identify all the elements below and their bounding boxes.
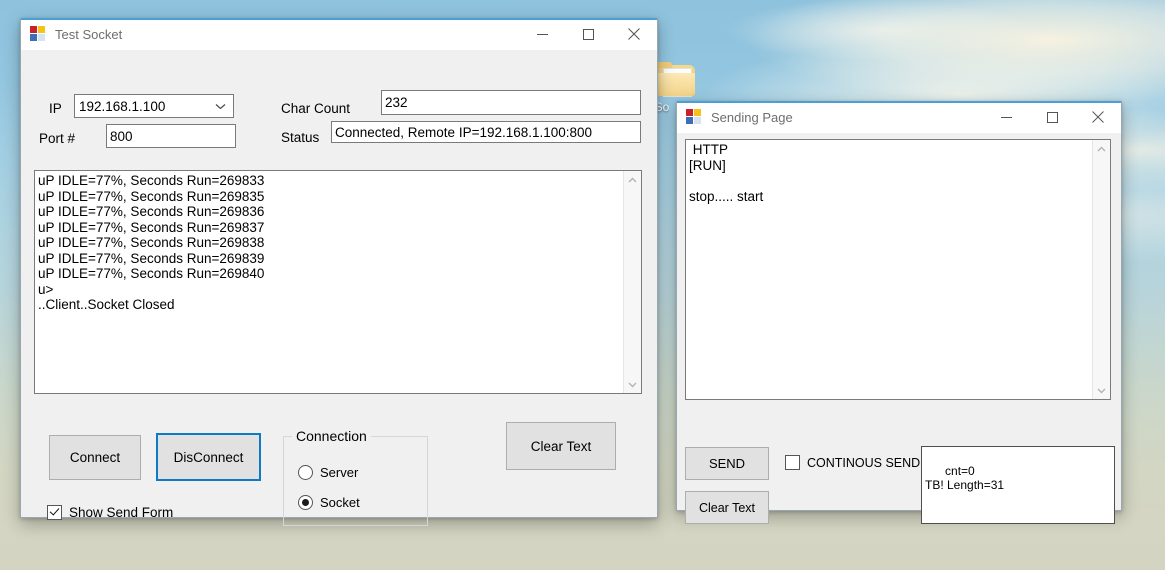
app-icon <box>30 26 46 42</box>
ip-combobox[interactable]: 192.168.1.100 <box>74 94 234 118</box>
disconnect-button[interactable]: DisConnect <box>156 433 261 481</box>
minimize-icon[interactable] <box>983 102 1029 132</box>
port-value: 800 <box>110 129 133 144</box>
message-textarea[interactable]: HTTP [RUN] stop..... start <box>685 139 1111 400</box>
status-label: Status <box>281 130 319 145</box>
scroll-down-icon[interactable] <box>624 376 641 393</box>
radio-dot <box>298 465 313 480</box>
send-button[interactable]: SEND <box>685 447 769 480</box>
show-send-form-label: Show Send Form <box>69 505 173 520</box>
char-count-value: 232 <box>385 95 408 110</box>
titlebar-accent <box>21 18 657 20</box>
radio-server-label: Server <box>320 465 358 480</box>
message-text: HTTP [RUN] stop..... start <box>686 140 1092 399</box>
checkbox-box <box>47 505 62 520</box>
titlebar-sending-page[interactable]: Sending Page <box>677 102 1121 133</box>
continous-send-checkbox[interactable]: CONTINOUS SEND <box>785 455 920 470</box>
folder-icon <box>653 62 695 96</box>
radio-socket[interactable]: Socket <box>298 495 360 510</box>
client-area-sending-page: HTTP [RUN] stop..... start SEND Clear Te… <box>677 133 1121 510</box>
window-title: Test Socket <box>55 27 122 42</box>
status-input[interactable]: Connected, Remote IP=192.168.1.100:800 <box>331 121 641 143</box>
message-scrollbar[interactable] <box>1092 140 1110 399</box>
connect-button-label: Connect <box>70 450 120 465</box>
maximize-icon[interactable] <box>565 19 611 49</box>
minimize-icon[interactable] <box>519 19 565 49</box>
clear-text-button-label: Clear Text <box>531 439 592 454</box>
ip-label: IP <box>49 101 62 116</box>
send-log-text: cnt=0 TB! Length=31 <box>925 464 1004 493</box>
connection-groupbox: Connection Server Socket <box>283 436 428 526</box>
chevron-down-icon[interactable] <box>215 103 226 110</box>
radio-server[interactable]: Server <box>298 465 358 480</box>
titlebar-accent <box>677 101 1121 103</box>
radio-socket-label: Socket <box>320 495 360 510</box>
send-clear-text-button-label: Clear Text <box>699 501 755 515</box>
log-text: uP IDLE=77%, Seconds Run=269833 uP IDLE=… <box>35 171 623 393</box>
show-send-form-checkbox[interactable]: Show Send Form <box>47 505 173 520</box>
window-controls[interactable] <box>519 19 657 49</box>
port-input[interactable]: 800 <box>106 124 236 148</box>
scroll-up-icon[interactable] <box>1093 140 1110 157</box>
close-icon[interactable] <box>1075 102 1121 132</box>
client-area-test-socket: IP 192.168.1.100 Port # 800 Char Count 2… <box>21 50 657 517</box>
continous-send-label: CONTINOUS SEND <box>807 456 920 470</box>
send-clear-text-button[interactable]: Clear Text <box>685 491 769 524</box>
close-icon[interactable] <box>611 19 657 49</box>
send-button-label: SEND <box>709 456 745 471</box>
window-controls[interactable] <box>983 102 1121 132</box>
titlebar-test-socket[interactable]: Test Socket <box>21 19 657 50</box>
scroll-up-icon[interactable] <box>624 171 641 188</box>
radio-dot <box>298 495 313 510</box>
window-sending-page[interactable]: Sending Page HTTP [RUN] stop..... start <box>676 101 1122 511</box>
window-title: Sending Page <box>711 110 793 125</box>
char-count-label: Char Count <box>281 101 350 116</box>
connect-button[interactable]: Connect <box>49 435 141 480</box>
scroll-down-icon[interactable] <box>1093 382 1110 399</box>
log-scrollbar[interactable] <box>623 171 641 393</box>
window-test-socket[interactable]: Test Socket IP 192.168.1.100 Port # 800 … <box>20 18 658 518</box>
app-icon <box>686 109 702 125</box>
connection-groupbox-title: Connection <box>292 428 371 444</box>
char-count-input[interactable]: 232 <box>381 90 641 115</box>
status-value: Connected, Remote IP=192.168.1.100:800 <box>335 125 592 140</box>
log-textarea[interactable]: uP IDLE=77%, Seconds Run=269833 uP IDLE=… <box>34 170 642 394</box>
send-log-textarea[interactable]: cnt=0 TB! Length=31 <box>921 446 1115 524</box>
disconnect-button-label: DisConnect <box>174 450 244 465</box>
clear-text-button[interactable]: Clear Text <box>506 422 616 470</box>
checkbox-box <box>785 455 800 470</box>
port-label: Port # <box>39 131 75 146</box>
maximize-icon[interactable] <box>1029 102 1075 132</box>
ip-value: 192.168.1.100 <box>79 99 165 114</box>
